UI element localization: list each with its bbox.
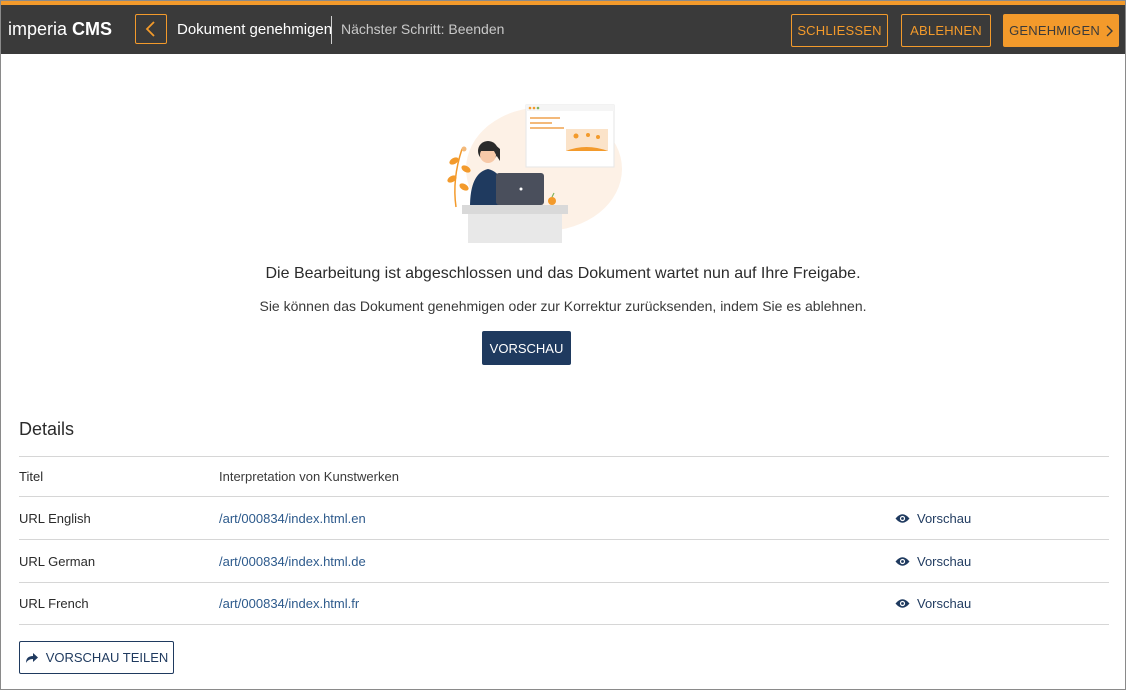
- next-step-text: Nächster Schritt: Beenden: [341, 21, 505, 37]
- details-row-url-french: URL French /art/000834/index.html.fr Vor…: [19, 582, 1109, 625]
- reject-button[interactable]: ABLEHNEN: [901, 14, 991, 47]
- approve-button[interactable]: GENEHMIGEN: [1003, 14, 1119, 47]
- details-table: Titel Interpretation von Kunstwerken URL…: [19, 456, 1109, 625]
- preview-link-label: Vorschau: [917, 510, 972, 526]
- details-row-url-english: URL English /art/000834/index.html.en Vo…: [19, 496, 1109, 539]
- preview-link-english[interactable]: Vorschau: [895, 497, 971, 539]
- close-button[interactable]: SCHLIESSEN: [791, 14, 888, 47]
- status-submessage: Sie können das Dokument genehmigen oder …: [259, 298, 867, 314]
- row-label: URL French: [19, 596, 89, 611]
- url-link-german[interactable]: /art/000834/index.html.de: [219, 540, 366, 582]
- url-link-english[interactable]: /art/000834/index.html.en: [219, 497, 366, 539]
- eye-icon: [895, 556, 910, 566]
- share-preview-button[interactable]: VORSCHAU TEILEN: [19, 641, 174, 674]
- reject-button-label: ABLEHNEN: [910, 23, 982, 38]
- eye-icon: [895, 513, 910, 523]
- chevron-left-icon: [145, 21, 155, 37]
- top-bar: imperia CMS Dokument genehmigen Nächster…: [1, 1, 1125, 54]
- details-row-title: Titel Interpretation von Kunstwerken: [19, 456, 1109, 496]
- chevron-right-icon: [1106, 25, 1113, 36]
- preview-button-label: VORSCHAU: [489, 340, 564, 356]
- approve-button-label: GENEHMIGEN: [1009, 23, 1100, 38]
- preview-link-label: Vorschau: [917, 553, 972, 569]
- share-preview-label: VORSCHAU TEILEN: [45, 650, 169, 665]
- preview-link-label: Vorschau: [917, 596, 972, 611]
- preview-button[interactable]: VORSCHAU: [482, 331, 571, 365]
- person-at-laptop-illustration: [447, 104, 622, 243]
- details-heading: Details: [19, 419, 75, 439]
- page-title: Dokument genehmigen: [177, 21, 333, 38]
- preview-link-german[interactable]: Vorschau: [895, 540, 971, 582]
- row-value: Interpretation von Kunstwerken: [219, 469, 399, 484]
- details-row-url-german: URL German /art/000834/index.html.de Vor…: [19, 539, 1109, 582]
- row-label: Titel: [19, 469, 44, 484]
- header-divider: [331, 16, 332, 44]
- url-link-french[interactable]: /art/000834/index.html.fr: [219, 583, 359, 624]
- preview-link-french[interactable]: Vorschau: [895, 583, 971, 624]
- status-message: Die Bearbeitung ist abgeschlossen und da…: [265, 265, 861, 282]
- close-button-label: SCHLIESSEN: [797, 23, 882, 38]
- logo-text: imperia: [8, 19, 73, 39]
- eye-icon: [895, 599, 910, 608]
- row-label: URL English: [19, 510, 91, 526]
- app-logo: imperia CMS: [8, 19, 112, 40]
- row-label: URL German: [19, 553, 96, 569]
- back-button[interactable]: [135, 14, 167, 44]
- share-arrow-icon: [25, 652, 38, 663]
- logo-text-bold: CMS: [72, 19, 113, 39]
